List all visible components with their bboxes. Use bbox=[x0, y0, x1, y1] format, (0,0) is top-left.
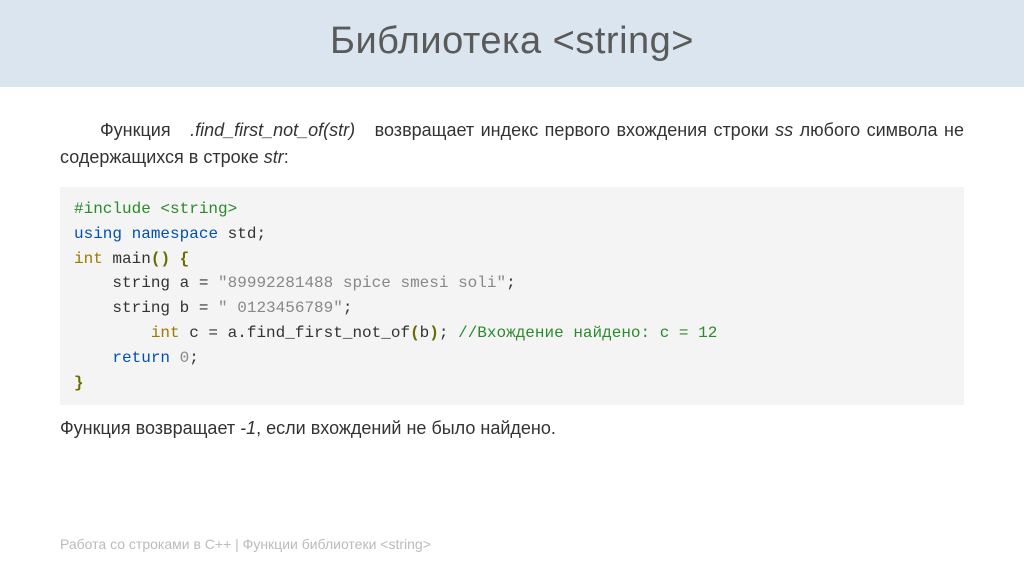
str-b: " 0123456789" bbox=[218, 299, 343, 317]
code-block: #include <string> using namespace std; i… bbox=[60, 187, 964, 405]
fn-main: main bbox=[112, 250, 150, 268]
after-paragraph: Функция возвращает -1, если вхождений не… bbox=[0, 413, 1024, 442]
paren-close2: ) bbox=[429, 324, 439, 342]
page-title: Библиотека <string> bbox=[0, 20, 1024, 63]
indent6 bbox=[74, 324, 151, 342]
semi3: ; bbox=[439, 324, 458, 342]
paren-close: ) bbox=[160, 250, 170, 268]
paren-open2: ( bbox=[410, 324, 420, 342]
ns-std: std; bbox=[228, 225, 266, 243]
semi2: ; bbox=[343, 299, 353, 317]
line-c-call: c = a.find_first_not_of bbox=[180, 324, 410, 342]
paren-open: ( bbox=[151, 250, 161, 268]
footer: Работа со строками в C++ | Функции библи… bbox=[60, 536, 431, 552]
preproc-lib: <string> bbox=[160, 200, 237, 218]
intro-ss: ss bbox=[775, 120, 793, 140]
footer-sep: | bbox=[231, 536, 242, 552]
sp bbox=[170, 349, 180, 367]
after-prefix: Функция возвращает bbox=[60, 418, 235, 438]
line-b-decl: string b = bbox=[74, 299, 218, 317]
semi: ; bbox=[506, 274, 516, 292]
intro-str: str bbox=[264, 147, 284, 167]
intro-mid: возвращает индекс первого вхождения стро… bbox=[375, 120, 769, 140]
intro-paragraph: Функция .find_first_not_of(str) возвраща… bbox=[0, 87, 1024, 183]
after-suffix: , если вхождений не было найдено. bbox=[256, 418, 556, 438]
indent7 bbox=[74, 349, 112, 367]
num-zero: 0 bbox=[180, 349, 190, 367]
preproc-include: #include bbox=[74, 200, 151, 218]
kw-int: int bbox=[74, 250, 103, 268]
footer-left: Работа со строками в C++ bbox=[60, 536, 231, 552]
title-band: Библиотека <string> bbox=[0, 0, 1024, 87]
after-value: -1 bbox=[240, 418, 256, 438]
arg-b: b bbox=[420, 324, 430, 342]
brace-open: { bbox=[170, 250, 189, 268]
str-a: "89992281488 spice smesi soli" bbox=[218, 274, 506, 292]
intro-end: : bbox=[284, 147, 289, 167]
comment: //Вхождение найдено: c = 12 bbox=[458, 324, 717, 342]
kw-int2: int bbox=[151, 324, 180, 342]
semi4: ; bbox=[189, 349, 199, 367]
kw-using: using bbox=[74, 225, 122, 243]
kw-return: return bbox=[112, 349, 170, 367]
line-a-decl: string a = bbox=[74, 274, 218, 292]
brace-close: } bbox=[74, 374, 84, 392]
intro-word: Функция bbox=[100, 120, 171, 140]
kw-namespace: namespace bbox=[132, 225, 218, 243]
function-name: .find_first_not_of(str) bbox=[190, 120, 355, 140]
footer-right: Функции библиотеки <string> bbox=[243, 536, 431, 552]
